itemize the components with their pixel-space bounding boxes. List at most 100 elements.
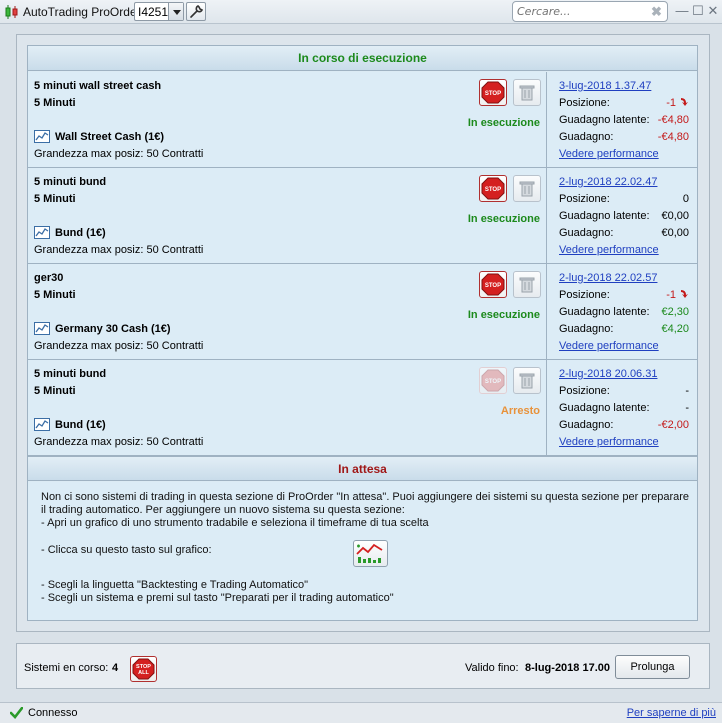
latent-gain-label: Guadagno latente: — [559, 210, 650, 222]
gain-label: Guadagno: — [559, 227, 614, 239]
system-date-link[interactable]: 2-lug-2018 22.02.57 — [559, 272, 657, 284]
system-info: ger30 5 Minuti Germany 30 Cash (1€) Gran… — [28, 264, 547, 359]
trash-icon — [519, 277, 535, 293]
search-box[interactable]: ✖ — [512, 1, 668, 22]
stop-sign-icon: STOP — [481, 177, 505, 200]
minimize-button[interactable]: — — [675, 3, 689, 19]
gain-value: -€4,80 — [657, 131, 689, 143]
delete-button[interactable] — [513, 367, 541, 394]
chart-icon — [34, 226, 50, 239]
gain-label: Guadagno: — [559, 131, 614, 143]
performance-link[interactable]: Vedere performance — [559, 244, 659, 256]
system-timeframe: 5 Minuti — [34, 97, 76, 109]
wrench-icon — [190, 5, 204, 18]
stop-sign-icon: STOP — [481, 273, 505, 296]
position-label: Posizione: — [559, 289, 610, 301]
systems-panel: In corso di esecuzione 5 minuti wall str… — [27, 45, 698, 621]
position-value: -1 — [666, 289, 689, 301]
performance-link[interactable]: Vedere performance — [559, 340, 659, 352]
system-info: 5 minuti wall street cash 5 Minuti Wall … — [28, 72, 547, 167]
system-instrument: Bund (1€) — [55, 419, 106, 431]
account-select[interactable]: I4251 — [134, 2, 184, 21]
system-date-link[interactable]: 3-lug-2018 1.37.47 — [559, 80, 651, 92]
auto-trading-icon — [356, 543, 383, 563]
system-name: 5 minuti bund — [34, 368, 107, 380]
position-label: Posizione: — [559, 97, 610, 109]
gain-label: Guadagno: — [559, 323, 614, 335]
down-arrow-icon — [681, 98, 688, 106]
stop-all-icon: STOPALL — [132, 658, 155, 680]
clear-icon[interactable]: ✖ — [651, 5, 663, 18]
svg-text:STOP: STOP — [485, 187, 501, 193]
chart-icon — [34, 418, 50, 431]
trash-icon — [519, 85, 535, 101]
auto-trading-chart-button[interactable] — [353, 540, 388, 567]
learn-more-link[interactable]: Per saperne di più — [627, 707, 716, 719]
stop-button[interactable]: STOP — [479, 175, 507, 202]
performance-link[interactable]: Vedere performance — [559, 436, 659, 448]
system-row: 5 minuti wall street cash 5 Minuti Wall … — [28, 72, 697, 168]
running-systems-count: 4 — [112, 662, 119, 674]
system-name: ger30 — [34, 272, 64, 284]
settings-button[interactable] — [186, 2, 206, 21]
system-max-position: Grandezza max posiz: 50 Contratti — [34, 340, 204, 352]
system-row: 5 minuti bund 5 Minuti Bund (1€) Grandez… — [28, 168, 697, 264]
position-value: 0 — [682, 193, 689, 205]
chart-icon — [34, 322, 50, 335]
latent-gain-value: €0,00 — [661, 210, 689, 222]
svg-text:ALL: ALL — [138, 670, 149, 676]
system-row: ger30 5 Minuti Germany 30 Cash (1€) Gran… — [28, 264, 697, 360]
running-systems-label: Sistemi en corso: — [24, 662, 109, 674]
stop-sign-icon: STOP — [481, 81, 505, 104]
system-instrument: Germany 30 Cash (1€) — [55, 323, 171, 335]
gain-value: €4,20 — [661, 323, 689, 335]
stop-button[interactable]: STOP — [479, 271, 507, 298]
maximize-button[interactable]: ☐ — [691, 3, 705, 19]
chevron-down-icon[interactable] — [168, 3, 183, 20]
latent-gain-value: -€4,80 — [657, 114, 689, 126]
stop-all-button[interactable]: STOP ALL — [130, 656, 157, 682]
checkmark-icon — [10, 707, 23, 719]
system-status: In esecuzione — [467, 309, 540, 321]
position-label: Posizione: — [559, 385, 610, 397]
close-button[interactable]: ✕ — [706, 3, 720, 19]
down-arrow-icon — [681, 290, 688, 298]
performance-link[interactable]: Vedere performance — [559, 148, 659, 160]
prolong-button[interactable]: Prolunga — [615, 655, 690, 679]
stop-button[interactable]: STOP — [479, 79, 507, 106]
system-row: 5 minuti bund 5 Minuti Bund (1€) Grandez… — [28, 360, 697, 456]
system-max-position: Grandezza max posiz: 50 Contratti — [34, 148, 204, 160]
position-label: Posizione: — [559, 193, 610, 205]
system-status: In esecuzione — [467, 117, 540, 129]
waiting-section-body: Non ci sono sistemi di trading in questa… — [28, 482, 697, 620]
system-max-position: Grandezza max posiz: 50 Contratti — [34, 244, 204, 256]
latent-gain-label: Guadagno latente: — [559, 306, 650, 318]
position-value: - — [685, 385, 689, 397]
waiting-text-line: - Scegli un sistema e premi sul tasto "P… — [41, 592, 394, 604]
gain-label: Guadagno: — [559, 419, 614, 431]
latent-gain-label: Guadagno latente: — [559, 402, 650, 414]
footer-bar: Sistemi en corso: 4 STOP ALL Valido fino:… — [16, 643, 710, 689]
waiting-text-line: - Scegli la linguetta "Backtesting e Tra… — [41, 579, 309, 591]
waiting-section-header: In attesa — [28, 456, 697, 481]
system-info: 5 minuti bund 5 Minuti Bund (1€) Grandez… — [28, 168, 547, 263]
svg-text:STOP: STOP — [485, 91, 501, 97]
system-date-link[interactable]: 2-lug-2018 20.06.31 — [559, 368, 657, 380]
search-input[interactable] — [517, 4, 647, 19]
delete-button[interactable] — [513, 79, 541, 106]
system-status: In esecuzione — [467, 213, 540, 225]
stop-button: STOP — [479, 367, 507, 394]
system-info: 5 minuti bund 5 Minuti Bund (1€) Grandez… — [28, 360, 547, 455]
system-status: Arresto — [500, 405, 540, 417]
delete-button[interactable] — [513, 271, 541, 298]
candlestick-icon — [5, 5, 18, 19]
running-section-header: In corso di esecuzione — [28, 46, 697, 71]
status-bar: Connesso Per saperne di più — [0, 702, 722, 723]
system-date-link[interactable]: 2-lug-2018 22.02.47 — [559, 176, 657, 188]
svg-text:STOP: STOP — [485, 283, 501, 289]
delete-button[interactable] — [513, 175, 541, 202]
trash-icon — [519, 373, 535, 389]
valid-until-date: 8-lug-2018 17.00 — [525, 662, 610, 674]
system-name: 5 minuti wall street cash — [34, 80, 162, 92]
valid-until-label: Valido fino: — [465, 662, 519, 674]
